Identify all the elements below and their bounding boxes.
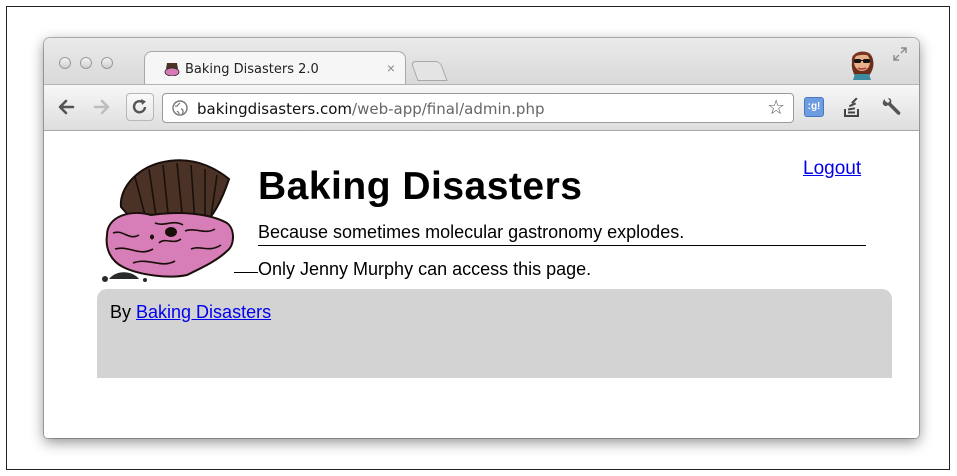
page-content: Baking Disasters Logout Because sometime… [44,131,919,438]
minimize-window-button[interactable] [80,57,92,69]
browser-window: Baking Disasters 2.0 × bakingdisasters.c… [44,38,919,438]
wrench-icon[interactable] [880,96,902,118]
site-title: Baking Disasters [258,165,583,208]
address-url: bakingdisasters.com/web-app/final/admin.… [197,100,544,118]
url-path: /web-app/final/admin.php [352,100,545,118]
avatar-icon[interactable] [844,44,880,80]
google-extension-icon[interactable]: :g! [804,97,824,117]
reload-button[interactable] [126,93,154,121]
logout-link[interactable]: Logout [803,158,861,180]
back-button[interactable] [56,96,78,118]
fullscreen-icon[interactable] [892,46,908,62]
forward-button[interactable] [90,96,112,118]
footer-byline: By Baking Disasters [110,302,271,323]
access-message: Only Jenny Murphy can access this page. [258,259,592,279]
header-divider [258,245,866,246]
site-tagline: Because sometimes molecular gastronomy e… [258,222,685,242]
page-footer: By Baking Disasters [97,289,892,378]
browser-toolbar: bakingdisasters.com/web-app/final/admin.… [44,84,919,131]
logo-ground-line [234,272,258,273]
arrow-right-icon [93,99,110,115]
cupcake-favicon-icon [164,63,180,76]
star-icon[interactable]: ☆ [767,97,785,119]
footer-link[interactable]: Baking Disasters [136,302,271,322]
zoom-window-button[interactable] [101,57,113,69]
url-host: bakingdisasters.com [197,100,353,118]
stack-extension-icon[interactable] [842,96,862,118]
address-bar[interactable]: bakingdisasters.com/web-app/final/admin.… [162,93,794,123]
globe-icon [172,100,188,116]
new-tab-button[interactable] [410,61,448,81]
footer-by-label: By [110,302,137,322]
cupcake-logo [102,159,234,282]
arrow-left-icon [58,99,75,115]
tab-title: Baking Disasters 2.0 [185,62,319,77]
close-window-button[interactable] [59,57,71,69]
browser-titlebar: Baking Disasters 2.0 × [44,38,919,85]
reload-icon [132,99,147,114]
tab-close-icon[interactable]: × [384,60,398,76]
